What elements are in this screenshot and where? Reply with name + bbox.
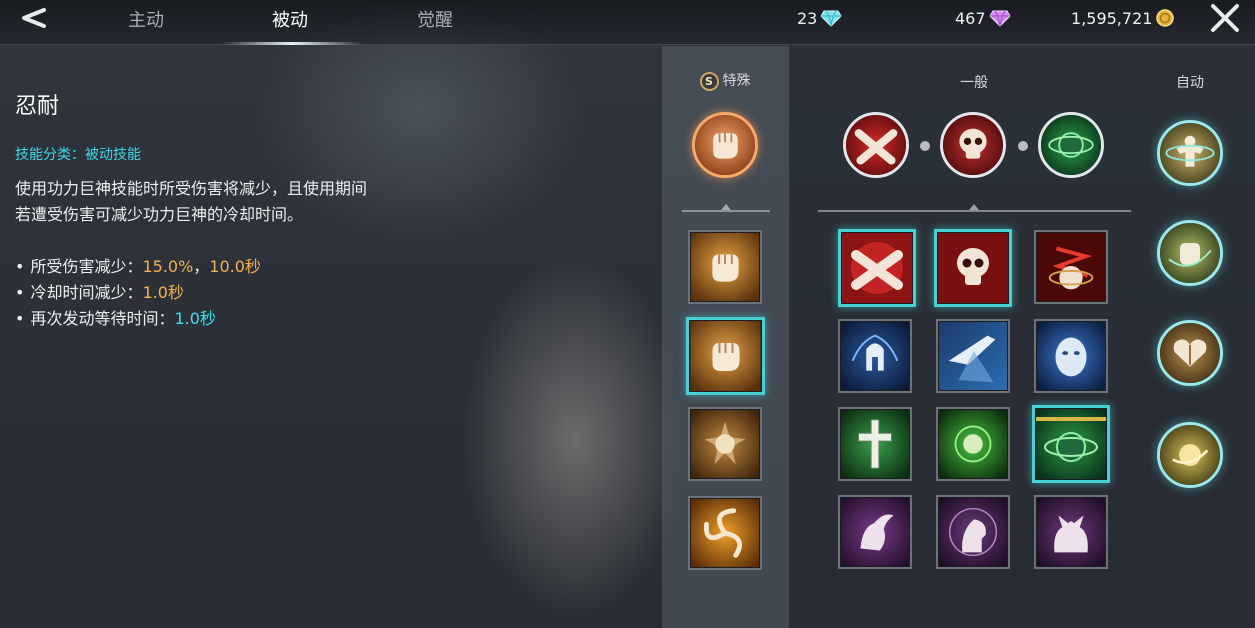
tab-passive[interactable]: 被动: [240, 6, 340, 36]
special-skill-2-selected[interactable]: [686, 317, 765, 395]
crossed-arms-icon: [846, 115, 906, 175]
s-rank-badge: S: [699, 71, 719, 91]
general-skill-cross[interactable]: [838, 407, 912, 481]
special-skill-4[interactable]: [688, 496, 762, 570]
gold-counter: 1,595,721: [1071, 6, 1175, 30]
gold-coin-icon: [1156, 9, 1175, 27]
special-equipped-slot[interactable]: [692, 112, 758, 178]
back-arrow-icon[interactable]: [14, 4, 50, 32]
brain-head-icon: [939, 498, 1007, 566]
green-orb-icon: [1041, 115, 1101, 175]
fist-icon: [690, 321, 761, 391]
auto-slot-1[interactable]: [1157, 120, 1223, 186]
general-skill-crossed-arms[interactable]: [838, 229, 916, 307]
blue-diamond-counter: 23: [797, 6, 842, 30]
auto-slot-4[interactable]: [1157, 422, 1223, 488]
triple-blade-icon: [691, 499, 759, 567]
skull-icon: [943, 115, 1003, 175]
purple-diamond-icon: [988, 10, 1011, 27]
general-equipped-slot-2[interactable]: [940, 112, 1006, 178]
special-skill-1[interactable]: [688, 230, 762, 304]
fist-icon: [695, 115, 755, 175]
special-skill-3[interactable]: [688, 407, 762, 481]
cross-icon: [841, 410, 909, 478]
green-sphere-icon: [939, 410, 1007, 478]
general-skill-brain-head[interactable]: [936, 495, 1010, 569]
general-skill-skull[interactable]: [934, 229, 1012, 307]
blue-diamond-value: 23: [797, 8, 818, 28]
green-orb-icon: [1036, 409, 1106, 479]
stat-cooldown-reduction: • 冷却时间减少：1.0秒: [15, 283, 184, 302]
general-equipped-slot-3[interactable]: [1038, 112, 1104, 178]
tab-awaken[interactable]: 觉醒: [385, 6, 485, 36]
crossed-arms-icon: [842, 233, 912, 303]
active-tab-indicator: [222, 42, 362, 45]
general-skill-green-sphere[interactable]: [936, 407, 1010, 481]
blue-hand-icon: [939, 322, 1007, 390]
heart-shield-icon: [1160, 323, 1220, 383]
tab-active[interactable]: 主动: [96, 6, 196, 36]
general-skill-blue-hand[interactable]: [936, 319, 1010, 393]
general-equipped-slot-1[interactable]: [843, 112, 909, 178]
auto-slot-3[interactable]: [1157, 320, 1223, 386]
stat-damage-reduction: • 所受伤害减少：15.0%，10.0秒: [15, 257, 261, 276]
close-icon[interactable]: [1208, 2, 1242, 34]
general-skill-blue-face[interactable]: [1034, 319, 1108, 393]
sun-medallion-icon: [691, 410, 759, 478]
general-skill-spartan-helmet[interactable]: [838, 319, 912, 393]
purple-diamond-counter: 467: [955, 6, 1011, 30]
beast-icon: [1037, 498, 1105, 566]
gold-value: 1,595,721: [1071, 8, 1153, 28]
auto-header: 自动: [1176, 75, 1204, 91]
spartan-helmet-icon: [841, 322, 909, 390]
general-skill-beast[interactable]: [1034, 495, 1108, 569]
general-divider: [818, 204, 1131, 212]
golden-orb-icon: [1160, 425, 1220, 485]
blue-face-icon: [1037, 322, 1105, 390]
red-burst-icon: [1037, 233, 1105, 301]
top-bar: 主动 被动 觉醒 23 467 1,595,721: [0, 0, 1255, 45]
skill-category-value: 被动技能: [85, 147, 141, 163]
general-skill-red-burst[interactable]: [1034, 230, 1108, 304]
fist-swirl-icon: [1160, 223, 1220, 283]
fist-icon: [691, 233, 759, 301]
general-header: 一般: [960, 75, 988, 91]
skill-category-label: 技能分类：: [15, 147, 85, 163]
blue-diamond-icon: [820, 10, 842, 27]
purple-diamond-value: 467: [955, 8, 986, 28]
slot-link-dot: [1018, 141, 1028, 151]
skill-description: 使用功力巨神技能时所受伤害将减少，且使用期间若遭受伤害可减少功力巨神的冷却时间。: [15, 179, 368, 224]
muscle-figure-icon: [1160, 123, 1220, 183]
special-divider: [682, 204, 770, 212]
skill-category: 技能分类：被动技能: [15, 144, 141, 164]
stat-retrigger-wait: • 再次发动等待时间：1.0秒: [15, 309, 216, 328]
special-header: S 特殊: [690, 70, 760, 91]
skill-title: 忍耐: [15, 94, 60, 119]
slot-link-dot: [920, 141, 930, 151]
general-skill-winged-figure[interactable]: [838, 495, 912, 569]
skull-icon: [938, 233, 1008, 303]
auto-slot-2[interactable]: [1157, 220, 1223, 286]
winged-figure-icon: [841, 498, 909, 566]
general-skill-green-orb[interactable]: [1032, 405, 1110, 483]
